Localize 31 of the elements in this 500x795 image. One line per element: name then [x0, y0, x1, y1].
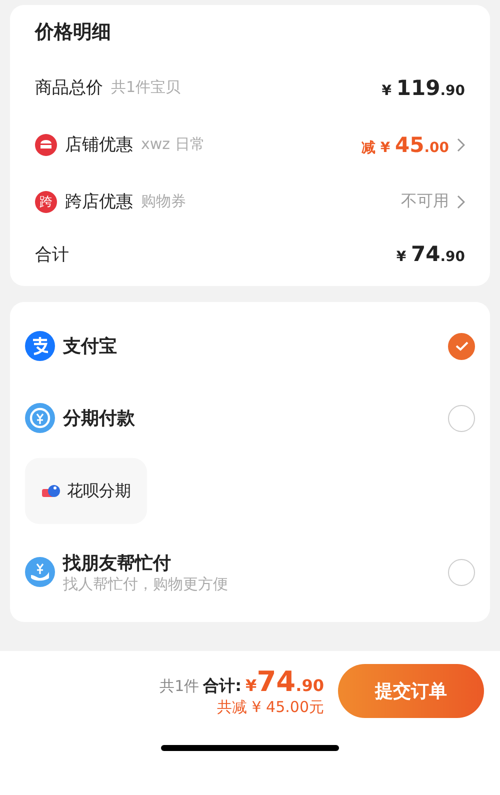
item-count: 共1件 — [160, 677, 200, 696]
price-text: 减 ¥ 45.00 — [361, 132, 449, 156]
alipay-icon — [25, 331, 55, 361]
payment-label: 找朋友帮忙付 — [63, 552, 172, 574]
price-text: ¥ 119.90 — [382, 76, 465, 100]
huabei-icon — [41, 483, 61, 499]
row-label: 商品总价 — [35, 77, 103, 99]
row-label: 合计 — [35, 244, 69, 266]
payment-subtitle: 找人帮忙付，购物更方便 — [63, 574, 229, 594]
row-note: xwz 日常 — [141, 135, 205, 154]
row-label: 店铺优惠 — [65, 134, 133, 156]
installment-option[interactable]: 花呗分期 — [25, 458, 147, 524]
radio-button[interactable] — [448, 404, 475, 432]
radio-button[interactable] — [448, 558, 475, 586]
total-price: ¥74.90 — [246, 665, 324, 698]
row-note: 购物券 — [141, 192, 186, 211]
price-text: ¥ 74.90 — [396, 242, 465, 266]
payment-label: 支付宝 — [63, 335, 118, 358]
payment-label: 分期付款 — [63, 407, 136, 430]
store-icon — [35, 134, 57, 156]
check-icon — [454, 341, 468, 351]
status-text: 不可用 — [401, 191, 449, 212]
radio-button[interactable] — [448, 332, 475, 360]
yuan-coin-icon — [25, 403, 55, 433]
row-note: 共1件宝贝 — [111, 78, 181, 97]
cross-store-badge: 跨 — [35, 190, 57, 212]
saving-text: 共减 ¥ 45.00元 — [216, 698, 324, 717]
section-title: 价格明细 — [35, 20, 112, 45]
total-label: 合计: — [203, 676, 242, 697]
row-label: 跨店优惠 — [65, 191, 133, 213]
hand-coin-icon — [25, 557, 55, 587]
